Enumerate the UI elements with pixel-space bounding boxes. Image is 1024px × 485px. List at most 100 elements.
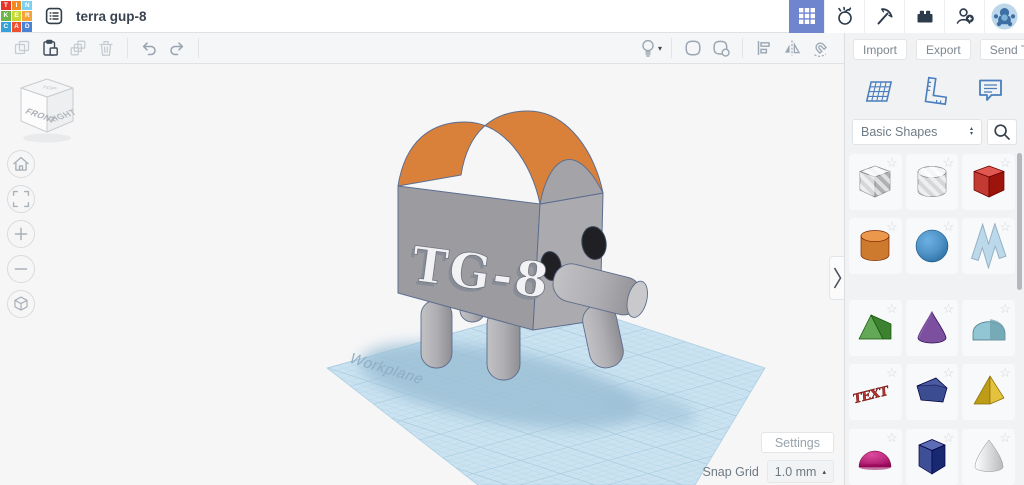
shape-category-select[interactable]: Basic Shapes ▴▾ xyxy=(852,119,982,145)
design-menu-button[interactable] xyxy=(41,3,67,29)
sim-lab-apple-icon xyxy=(834,5,856,27)
logo-letter-c: C xyxy=(1,22,11,32)
shape-sphere[interactable]: ☆ xyxy=(906,218,959,274)
add-person-icon xyxy=(954,5,976,27)
favorite-star-icon[interactable]: ☆ xyxy=(999,219,1011,235)
favorite-star-icon[interactable]: ☆ xyxy=(999,155,1011,171)
view-cube[interactable]: FRONT RIGHT TOP xyxy=(12,72,82,148)
zoom-in-button[interactable] xyxy=(7,220,35,248)
favorite-star-icon[interactable]: ☆ xyxy=(943,155,955,171)
search-icon xyxy=(992,122,1012,142)
shape-pyramid[interactable]: ☆ xyxy=(962,364,1015,420)
shape-polygon[interactable]: ☆ xyxy=(906,364,959,420)
delete-button[interactable] xyxy=(92,36,120,60)
align-button[interactable] xyxy=(750,36,778,60)
ruler-tool-button[interactable] xyxy=(916,73,952,109)
shape-hex-prism[interactable]: ☆ xyxy=(906,429,959,485)
zoom-out-button[interactable] xyxy=(7,255,35,283)
favorite-star-icon[interactable]: ☆ xyxy=(943,365,955,381)
shape-cylinder-transparent[interactable]: ☆ xyxy=(906,154,959,210)
viewport-3d[interactable]: Workplane xyxy=(0,64,844,485)
logo-letter-n: N xyxy=(22,1,32,11)
design-menu-icon xyxy=(44,6,64,26)
favorite-star-icon[interactable]: ☆ xyxy=(999,301,1011,317)
favorite-star-icon[interactable]: ☆ xyxy=(886,430,898,446)
group-button[interactable] xyxy=(679,36,707,60)
invite-button[interactable] xyxy=(944,0,984,33)
panel-actions-row: Import Export Send To xyxy=(845,33,1024,65)
snap-magnet-button[interactable] xyxy=(806,36,834,60)
shape-category-value: Basic Shapes xyxy=(861,125,937,139)
editor-column: ▾ xyxy=(0,33,845,485)
magnet-icon xyxy=(810,38,830,58)
home-view-button[interactable] xyxy=(7,150,35,178)
import-button[interactable]: Import xyxy=(853,39,907,60)
ruler-tool-icon xyxy=(917,74,951,108)
shape-cone[interactable]: ☆ xyxy=(906,300,959,356)
top-bar: TINKERCAD terra gup-8 xyxy=(0,0,1024,33)
avatar-image xyxy=(991,3,1018,30)
topbar-right-group xyxy=(789,0,1024,33)
fit-view-icon xyxy=(8,185,34,213)
settings-button[interactable]: Settings xyxy=(761,432,834,453)
shape-round-roof[interactable]: ☆ xyxy=(962,300,1015,356)
workplane-tool-icon xyxy=(860,74,894,108)
minecraft-button[interactable] xyxy=(864,0,904,33)
bricks-button[interactable] xyxy=(904,0,944,33)
redo-button[interactable] xyxy=(163,36,191,60)
show-all-dropdown-caret[interactable]: ▾ xyxy=(658,44,662,53)
panel-scrollbar[interactable] xyxy=(1017,153,1022,290)
panel-tools-row xyxy=(845,65,1024,113)
search-shapes-button[interactable] xyxy=(987,119,1017,145)
favorite-star-icon[interactable]: ☆ xyxy=(943,430,955,446)
favorite-star-icon[interactable]: ☆ xyxy=(943,219,955,235)
lightbulb-icon xyxy=(638,38,658,58)
collapse-panel-button[interactable] xyxy=(829,256,844,300)
shape-text[interactable]: ☆ TEXT xyxy=(849,364,902,420)
tinkercad-logo[interactable]: TINKERCAD xyxy=(1,1,32,32)
shape-paraboloid[interactable]: ☆ xyxy=(962,429,1015,485)
paste-icon xyxy=(40,38,60,58)
favorite-star-icon[interactable]: ☆ xyxy=(886,365,898,381)
shape-roof[interactable]: ☆ xyxy=(849,300,902,356)
favorite-star-icon[interactable]: ☆ xyxy=(999,430,1011,446)
view-cube-shadow xyxy=(23,134,71,143)
grid-view-button[interactable] xyxy=(789,0,824,33)
mirror-button[interactable] xyxy=(778,36,806,60)
lego-brick-icon xyxy=(915,6,935,26)
favorite-star-icon[interactable]: ☆ xyxy=(999,365,1011,381)
copy-button[interactable] xyxy=(8,36,36,60)
fit-view-button[interactable] xyxy=(7,185,35,213)
scene-3d: Workplane xyxy=(0,64,844,485)
sim-lab-button[interactable] xyxy=(824,0,864,33)
favorite-star-icon[interactable]: ☆ xyxy=(943,301,955,317)
svg-text:TEXT: TEXT xyxy=(853,383,889,407)
undo-button[interactable] xyxy=(135,36,163,60)
snap-grid-select[interactable]: 1.0 mm ▴ xyxy=(767,460,834,483)
notes-tool-button[interactable] xyxy=(972,73,1008,109)
shape-scribble[interactable]: ☆ xyxy=(962,218,1015,274)
paste-button[interactable] xyxy=(36,36,64,60)
shape-box-transparent[interactable]: ☆ xyxy=(849,154,902,210)
shape-cylinder[interactable]: ☆ xyxy=(849,218,902,274)
home-icon xyxy=(8,150,34,178)
workplane-tool-button[interactable] xyxy=(859,73,895,109)
favorite-star-icon[interactable]: ☆ xyxy=(886,301,898,317)
shape-box[interactable]: ☆ xyxy=(962,154,1015,210)
separator xyxy=(742,38,743,58)
send-to-button[interactable]: Send To xyxy=(980,39,1024,60)
account-avatar[interactable] xyxy=(984,0,1024,33)
snap-grid-label: Snap Grid xyxy=(703,465,759,479)
shape-half-sphere[interactable]: ☆ xyxy=(849,429,902,485)
grid-view-icon xyxy=(798,7,816,25)
logo-letter-i: I xyxy=(12,1,22,11)
export-button[interactable]: Export xyxy=(916,39,971,60)
favorite-star-icon[interactable]: ☆ xyxy=(886,219,898,235)
pickaxe-icon xyxy=(874,5,896,27)
copy-icon xyxy=(12,38,32,58)
duplicate-button[interactable] xyxy=(64,36,92,60)
logo-letter-r: R xyxy=(22,11,32,21)
perspective-toggle-button[interactable] xyxy=(7,290,35,318)
ungroup-button[interactable] xyxy=(707,36,735,60)
favorite-star-icon[interactable]: ☆ xyxy=(886,155,898,171)
